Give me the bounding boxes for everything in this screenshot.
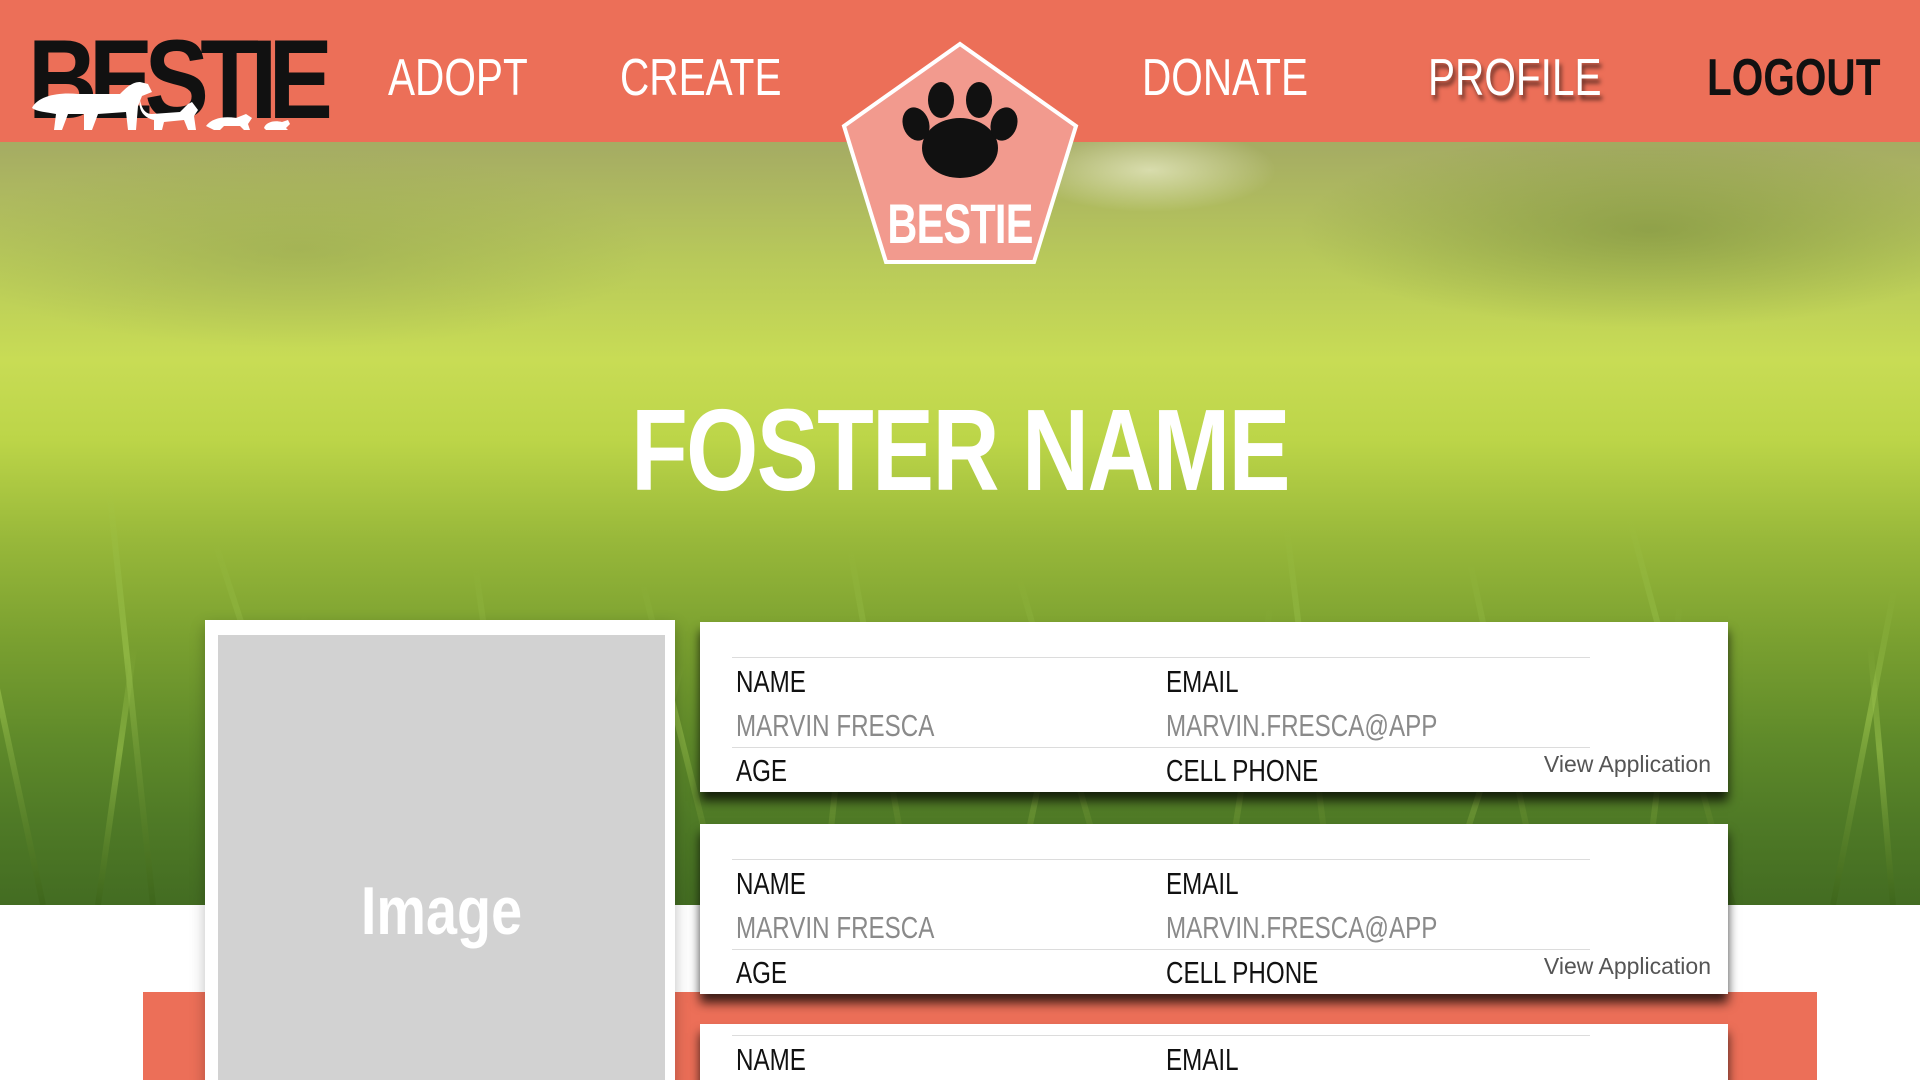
application-card: NAME EMAIL MARVIN FRESCA MARVIN.FRESCA@A…	[700, 824, 1728, 994]
nav-adopt[interactable]: ADOPT	[388, 48, 528, 108]
divider	[732, 747, 1590, 748]
email-value: MARVIN.FRESCA@APP	[1166, 910, 1438, 945]
divider	[732, 1035, 1590, 1036]
view-application-link[interactable]: View Application	[1544, 750, 1711, 778]
image-placeholder: Image	[218, 635, 665, 1080]
cell-phone-label: CELL PHONE	[1166, 753, 1319, 788]
center-badge[interactable]: BESTIE	[838, 40, 1082, 268]
age-label: AGE	[736, 955, 788, 990]
email-label: EMAIL	[1166, 1042, 1239, 1077]
view-application-link[interactable]: View Application	[1544, 952, 1711, 980]
profile-image-card: Image	[205, 620, 675, 1080]
nav-donate[interactable]: DONATE	[1142, 48, 1308, 108]
name-label: NAME	[736, 1042, 806, 1077]
page-title: FOSTER NAME	[631, 385, 1290, 515]
nav-profile[interactable]: PROFILE	[1428, 48, 1602, 108]
email-value: MARVIN.FRESCA@APP	[1166, 708, 1438, 743]
animals-silhouette-icon	[32, 82, 290, 130]
email-label: EMAIL	[1166, 866, 1239, 901]
nav-create[interactable]: CREATE	[620, 48, 782, 108]
name-value: MARVIN FRESCA	[736, 708, 935, 743]
application-card: NAME EMAIL MARVIN FRESCA MARVIN.FRESCA@A…	[700, 622, 1728, 792]
name-value: MARVIN FRESCA	[736, 910, 935, 945]
divider	[732, 949, 1590, 950]
age-label: AGE	[736, 753, 788, 788]
name-label: NAME	[736, 664, 806, 699]
badge-label: BESTIE	[887, 192, 1033, 255]
email-label: EMAIL	[1166, 664, 1239, 699]
divider	[732, 657, 1590, 658]
image-placeholder-label: Image	[360, 873, 523, 949]
application-card: NAME EMAIL	[700, 1024, 1728, 1080]
name-label: NAME	[736, 866, 806, 901]
nav-logout[interactable]: LOGOUT	[1707, 48, 1880, 108]
divider	[732, 859, 1590, 860]
cell-phone-label: CELL PHONE	[1166, 955, 1319, 990]
brand-logo[interactable]: BESTIE	[28, 24, 333, 136]
